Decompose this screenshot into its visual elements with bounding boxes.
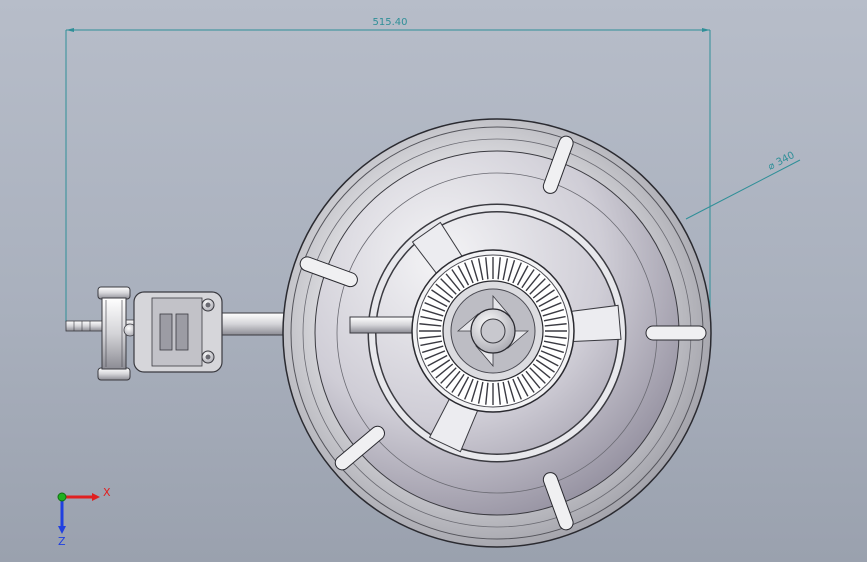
valve-knob[interactable] — [97, 286, 137, 381]
width-dimension-label: 515.40 — [373, 17, 408, 28]
burner-head[interactable] — [411, 249, 575, 413]
cad-viewport[interactable]: 515.40 ⌀ 340 X Z — [0, 0, 867, 562]
x-axis-label: X — [103, 486, 111, 499]
y-axis-dot — [57, 492, 67, 502]
mixing-tube[interactable] — [349, 316, 421, 334]
valve-body[interactable] — [133, 291, 223, 373]
axis-triad[interactable]: X Z — [57, 486, 111, 548]
cad-model-view: 515.40 ⌀ 340 X Z — [57, 17, 801, 548]
z-axis-label: Z — [58, 535, 66, 548]
hose-barb[interactable] — [65, 320, 103, 332]
diameter-dimension[interactable]: ⌀ 340 — [685, 150, 801, 220]
